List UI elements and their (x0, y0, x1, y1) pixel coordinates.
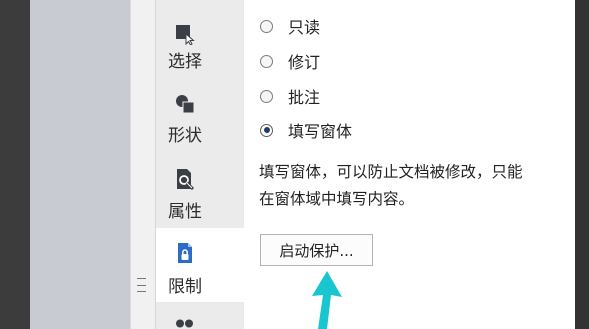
option-comments[interactable]: 批注 (260, 84, 320, 108)
option-read-only[interactable]: 只读 (260, 14, 320, 38)
tool-properties[interactable]: 属性 (156, 160, 244, 236)
document-canvas[interactable] (30, 0, 130, 329)
tool-restrict-label: 限制 (168, 277, 202, 297)
restrict-editing-panel: 只读 修订 批注 填写窗体 填写窗体，可以防止文档被修改，只能 在窗体域中填写内… (244, 0, 575, 329)
annotation-arrow-icon (312, 271, 342, 329)
radio-read-only[interactable] (260, 19, 273, 33)
tool-shapes-label: 形状 (168, 126, 202, 146)
restriction-description: 填写窗体，可以防止文档被修改，只能 在窗体域中填写内容。 (259, 159, 571, 213)
option-fill-forms-label: 填写窗体 (288, 122, 353, 141)
window-dark-edge-left (0, 0, 30, 329)
option-track-changes[interactable]: 修订 (260, 49, 320, 73)
option-comments-label: 批注 (288, 88, 321, 107)
tool-more[interactable] (156, 306, 244, 329)
properties-icon (177, 169, 195, 190)
tool-select[interactable]: 选择 (156, 14, 244, 90)
description-line-2: 在窗体域中填写内容。 (259, 190, 415, 208)
radio-fill-forms[interactable] (260, 123, 273, 137)
description-line-1: 填写窗体，可以防止文档被修改，只能 (259, 163, 523, 181)
lock-document-icon (178, 243, 192, 263)
select-cursor-icon (176, 25, 195, 45)
start-protection-button[interactable]: 启动保护... (260, 234, 373, 266)
window-dark-edge-right (575, 0, 589, 329)
radio-comments[interactable] (260, 89, 273, 103)
tool-rail: 选择 形状 属性 限制 (156, 0, 244, 329)
option-read-only-label: 只读 (288, 18, 321, 37)
shapes-icon (176, 95, 195, 114)
option-fill-forms[interactable]: 填写窗体 (260, 118, 352, 142)
tool-properties-label: 属性 (168, 202, 202, 222)
more-tools-icon (176, 319, 193, 328)
radio-track-changes[interactable] (260, 54, 273, 68)
panel-resize-handle[interactable] (137, 278, 146, 292)
tool-shapes[interactable]: 形状 (156, 90, 244, 166)
option-track-changes-label: 修订 (288, 53, 321, 72)
tool-select-label: 选择 (168, 52, 202, 72)
tool-restrict[interactable]: 限制 (156, 228, 244, 302)
